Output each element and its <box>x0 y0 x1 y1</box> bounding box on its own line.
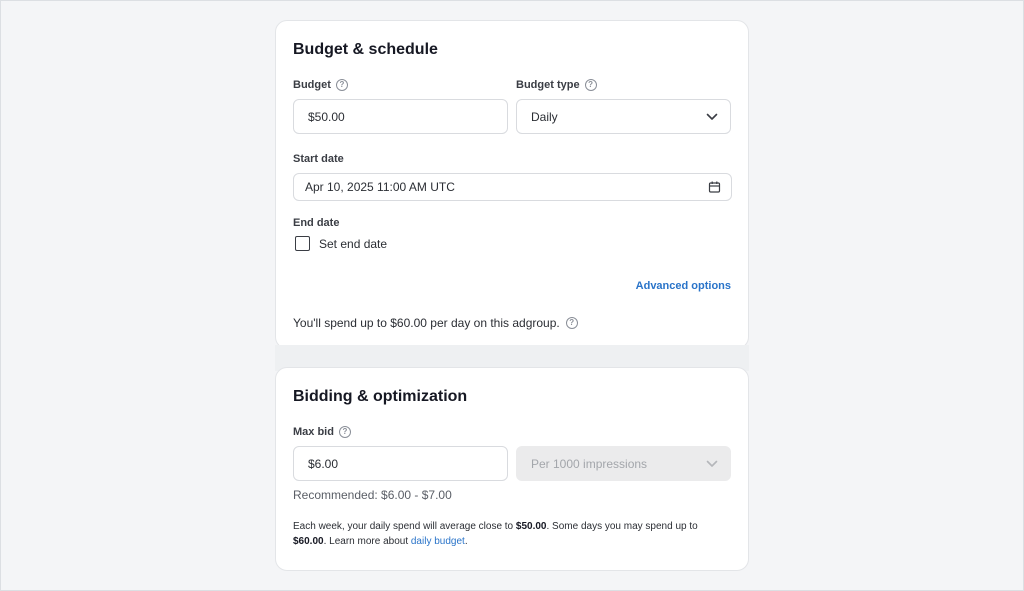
budget-type-label: Budget type <box>516 79 580 91</box>
max-bid-label: Max bid <box>293 426 334 438</box>
budget-schedule-title: Budget & schedule <box>293 41 438 58</box>
end-date-label: End date <box>293 217 340 229</box>
spend-note: You'll spend up to $60.00 per day on thi… <box>293 316 578 330</box>
set-end-date-option[interactable]: Set end date <box>295 236 387 251</box>
weekly-text-3: . Learn more about <box>323 536 411 547</box>
budget-type-select[interactable]: Daily <box>516 99 731 134</box>
weekly-text-2: . Some days you may spend up to <box>546 521 698 532</box>
bid-unit-value: Per 1000 impressions <box>531 456 648 471</box>
end-date-label-row: End date <box>293 217 339 229</box>
weekly-spend-note: Each week, your daily spend will average… <box>293 519 733 549</box>
budget-type-value: Daily <box>531 109 558 124</box>
max-bid-help-icon[interactable]: ? <box>338 426 351 438</box>
bidding-title: Bidding & optimization <box>293 388 468 405</box>
bid-unit-select: Per 1000 impressions <box>516 446 731 481</box>
weekly-text-1: Each week, your daily spend will average… <box>293 521 516 532</box>
budget-type-label-row: Budget type ? <box>516 79 597 91</box>
budget-help-icon[interactable]: ? <box>335 79 348 91</box>
advanced-options-link[interactable]: Advanced options <box>636 280 731 292</box>
weekly-amount-average: $50.00 <box>515 521 547 532</box>
max-bid-input[interactable]: $6.00 <box>293 446 508 481</box>
spend-note-text: You'll spend up to $60.00 per day on thi… <box>293 316 560 330</box>
budget-schedule-card: Budget & schedule Budget ? $50.00 Budget… <box>275 20 749 349</box>
weekly-text-4: . <box>464 536 468 547</box>
max-bid-label-row: Max bid ? <box>293 426 351 438</box>
chevron-down-icon <box>706 113 718 120</box>
start-date-label-row: Start date <box>293 153 344 165</box>
budget-label-row: Budget ? <box>293 79 348 91</box>
start-date-value: Apr 10, 2025 11:00 AM UTC <box>305 180 455 194</box>
budget-input-value: $50.00 <box>308 109 345 124</box>
weekly-amount-max: $60.00 <box>293 536 324 547</box>
daily-budget-link[interactable]: daily budget <box>411 536 465 547</box>
budget-label: Budget <box>293 79 331 91</box>
budget-input[interactable]: $50.00 <box>293 99 508 134</box>
set-end-date-checkbox[interactable] <box>295 236 310 251</box>
recommended-bid: Recommended: $6.00 - $7.00 <box>293 488 452 502</box>
start-date-label: Start date <box>293 153 344 165</box>
max-bid-value: $6.00 <box>308 456 339 471</box>
bidding-optimization-card: Bidding & optimization Max bid ? $6.00 P… <box>275 367 749 571</box>
budget-type-help-icon[interactable]: ? <box>584 79 597 91</box>
chevron-down-icon <box>706 460 718 467</box>
calendar-icon[interactable] <box>708 181 721 194</box>
spend-note-help-icon[interactable]: ? <box>565 317 578 329</box>
start-date-input[interactable]: Apr 10, 2025 11:00 AM UTC <box>293 173 732 201</box>
set-end-date-label: Set end date <box>319 236 388 251</box>
